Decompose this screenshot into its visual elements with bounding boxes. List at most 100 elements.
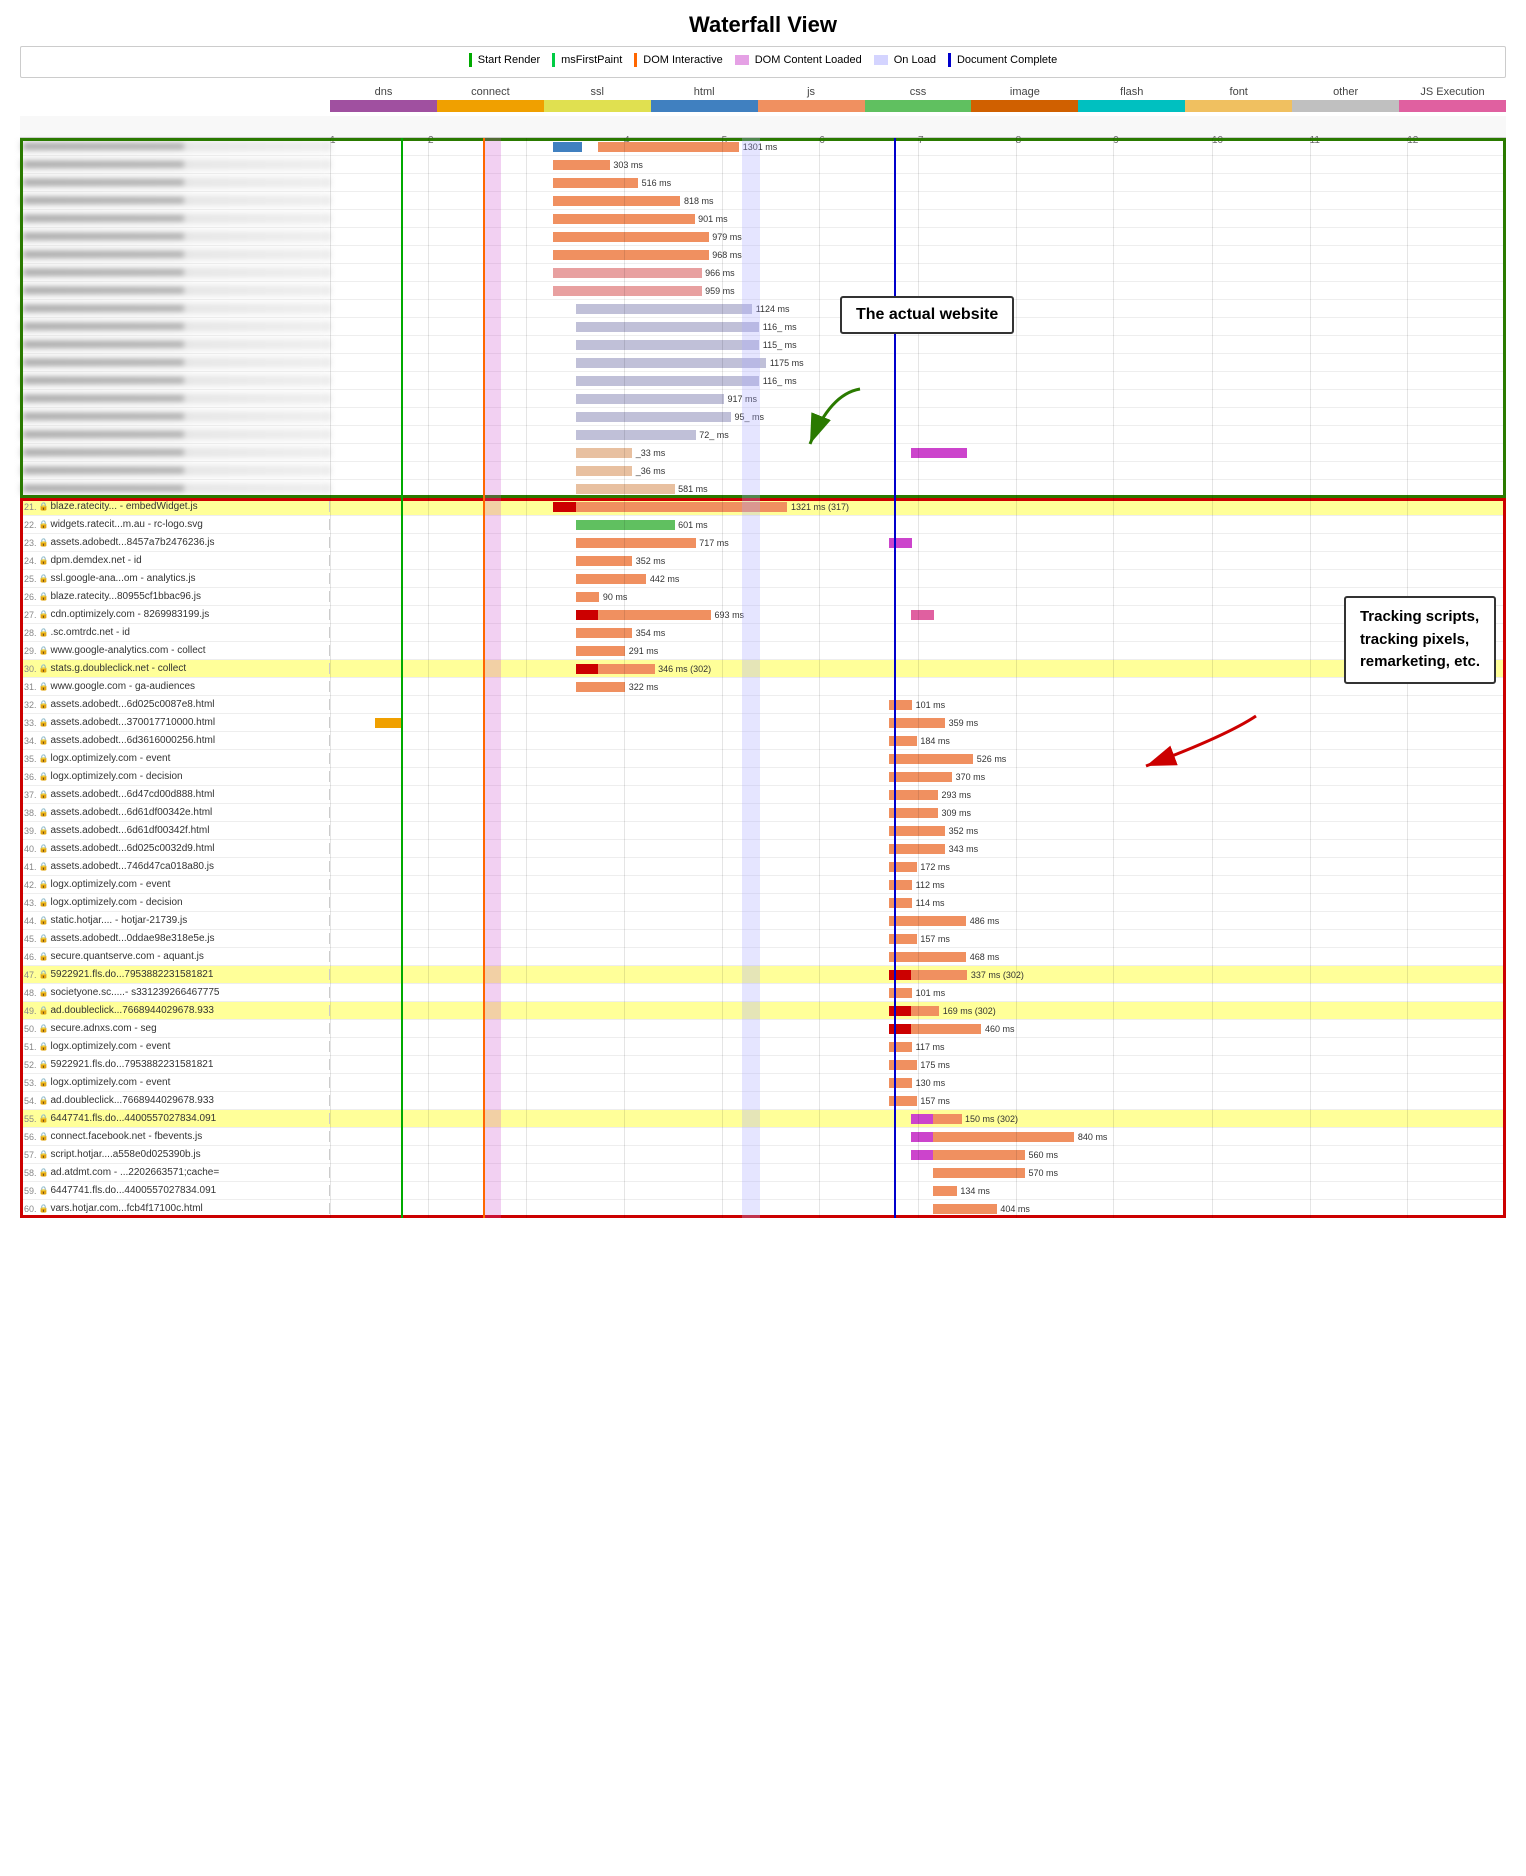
table-row: xxxxxxxxxxxxxxxxxxxxxxxxxxxxxxxx115_ ms bbox=[20, 336, 1506, 354]
waterfall-area: 1 2 4 5 6 7 8 9 10 11 12 bbox=[20, 116, 1506, 1218]
table-row: 56.🔒connect.facebook.net - fbevents.js84… bbox=[20, 1128, 1506, 1146]
bar bbox=[553, 196, 680, 206]
table-row: xxxxxxxxxxxxxxxxxxxxxxxxxxxxxxxx1175 ms bbox=[20, 354, 1506, 372]
row-url: 42.🔒logx.optimizely.com - event bbox=[20, 879, 330, 890]
color-other bbox=[1292, 100, 1399, 112]
bar bbox=[576, 538, 696, 548]
lock-icon: 🔒 bbox=[39, 1006, 49, 1015]
row-timeline: 114 ms bbox=[330, 894, 1506, 911]
row-url: 22.🔒widgets.ratecit...m.au - rc-logo.svg bbox=[20, 519, 330, 530]
row-timeline: 516 ms bbox=[330, 174, 1506, 191]
bar-label: 404 ms bbox=[1000, 1204, 1030, 1214]
bar bbox=[553, 232, 708, 242]
row-url: xxxxxxxxxxxxxxxxxxxxxxxxxxxxxxxx bbox=[20, 267, 330, 278]
table-row: 44.🔒static.hotjar.... - hotjar-21739.js4… bbox=[20, 912, 1506, 930]
bar-label: 291 ms bbox=[629, 646, 659, 656]
lock-icon: 🔒 bbox=[39, 754, 49, 763]
bar-label: 516 ms bbox=[642, 178, 672, 188]
row-url: 57.🔒script.hotjar....a558e0d025390b.js bbox=[20, 1149, 330, 1160]
bar-label: 526 ms bbox=[977, 754, 1007, 764]
row-timeline: 468 ms bbox=[330, 948, 1506, 965]
row-timeline: 486 ms bbox=[330, 912, 1506, 929]
bar-label: 1321 ms (317) bbox=[791, 502, 849, 512]
type-html: html bbox=[651, 86, 758, 98]
bar bbox=[933, 1114, 961, 1124]
lock-icon: 🔒 bbox=[39, 1096, 49, 1105]
bar-label: 150 ms (302) bbox=[965, 1114, 1018, 1124]
bar bbox=[553, 142, 581, 152]
row-url: 58.🔒ad.atdmt.com - ...2202663571;cache= bbox=[20, 1167, 330, 1178]
bar bbox=[576, 448, 632, 458]
table-row: xxxxxxxxxxxxxxxxxxxxxxxxxxxxxxxx_36 ms bbox=[20, 462, 1506, 480]
table-row: 54.🔒ad.doubleclick...7668944029678.93315… bbox=[20, 1092, 1506, 1110]
bar bbox=[889, 538, 913, 548]
lock-icon: 🔒 bbox=[39, 700, 49, 709]
row-url: 59.🔒6447741.fls.do...4400557027834.091 bbox=[20, 1185, 330, 1196]
row-timeline: 291 ms bbox=[330, 642, 1506, 659]
row-url: xxxxxxxxxxxxxxxxxxxxxxxxxxxxxxxx bbox=[20, 177, 330, 188]
legend-dom-content-loaded: DOM Content Loaded bbox=[735, 54, 862, 66]
row-url: xxxxxxxxxxxxxxxxxxxxxxxxxxxxxxxx bbox=[20, 429, 330, 440]
table-row: 57.🔒script.hotjar....a558e0d025390b.js56… bbox=[20, 1146, 1506, 1164]
row-timeline: 90 ms bbox=[330, 588, 1506, 605]
row-timeline: 840 ms bbox=[330, 1128, 1506, 1145]
row-timeline: _36 ms bbox=[330, 462, 1506, 479]
bar-label: 101 ms bbox=[916, 700, 946, 710]
lock-icon: 🔒 bbox=[39, 880, 49, 889]
bar bbox=[889, 790, 938, 800]
bar bbox=[576, 664, 600, 674]
bar bbox=[911, 610, 935, 620]
table-row: 29.🔒www.google-analytics.com - collect29… bbox=[20, 642, 1506, 660]
bar bbox=[889, 1024, 913, 1034]
row-url: 39.🔒assets.adobedt...6d61df00342f.html bbox=[20, 825, 330, 836]
bar bbox=[576, 358, 767, 368]
table-row: 46.🔒secure.quantserve.com - aquant.js468… bbox=[20, 948, 1506, 966]
lock-icon: 🔒 bbox=[39, 718, 49, 727]
row-timeline: 116_ ms bbox=[330, 372, 1506, 389]
table-row: 23.🔒assets.adobedt...8457a7b2476236.js71… bbox=[20, 534, 1506, 552]
lock-icon: 🔒 bbox=[39, 1114, 49, 1123]
row-url: xxxxxxxxxxxxxxxxxxxxxxxxxxxxxxxx bbox=[20, 357, 330, 368]
row-url: 41.🔒assets.adobedt...746d47ca018a80.js bbox=[20, 861, 330, 872]
bar bbox=[889, 1006, 913, 1016]
table-row: 48.🔒societyone.sc.....- s331239266467775… bbox=[20, 984, 1506, 1002]
bar-label: 717 ms bbox=[699, 538, 729, 548]
row-timeline: 346 ms (302) bbox=[330, 660, 1506, 677]
bar-label: 570 ms bbox=[1029, 1168, 1059, 1178]
bar-label: 979 ms bbox=[712, 232, 742, 242]
bar bbox=[576, 430, 696, 440]
lock-icon: 🔒 bbox=[39, 1042, 49, 1051]
table-row: 52.🔒5922921.fls.do...7953882231581821175… bbox=[20, 1056, 1506, 1074]
table-row: xxxxxxxxxxxxxxxxxxxxxxxxxxxxxxxx116_ ms bbox=[20, 372, 1506, 390]
row-timeline: 72_ ms bbox=[330, 426, 1506, 443]
row-timeline: 693 ms bbox=[330, 606, 1506, 623]
bar bbox=[889, 952, 967, 962]
bar-label: 901 ms bbox=[698, 214, 728, 224]
lock-icon: 🔒 bbox=[39, 898, 49, 907]
row-url: 54.🔒ad.doubleclick...7668944029678.933 bbox=[20, 1095, 330, 1106]
bar bbox=[576, 574, 647, 584]
bar bbox=[553, 214, 694, 224]
row-url: 51.🔒logx.optimizely.com - event bbox=[20, 1041, 330, 1052]
bar-label: 293 ms bbox=[942, 790, 972, 800]
bar bbox=[576, 322, 759, 332]
row-url: xxxxxxxxxxxxxxxxxxxxxxxxxxxxxxxx bbox=[20, 231, 330, 242]
bar-label: 169 ms (302) bbox=[943, 1006, 996, 1016]
color-css bbox=[865, 100, 972, 112]
row-timeline: 101 ms bbox=[330, 984, 1506, 1001]
bar-label: 309 ms bbox=[942, 808, 972, 818]
bar bbox=[889, 718, 945, 728]
bar bbox=[576, 628, 632, 638]
legend-start-render-label: Start Render bbox=[478, 54, 540, 66]
row-url: xxxxxxxxxxxxxxxxxxxxxxxxxxxxxxxx bbox=[20, 195, 330, 206]
bar bbox=[889, 844, 945, 854]
row-timeline: 581 ms bbox=[330, 480, 1506, 497]
color-flash bbox=[1078, 100, 1185, 112]
row-timeline: 917 ms bbox=[330, 390, 1506, 407]
row-url: xxxxxxxxxxxxxxxxxxxxxxxxxxxxxxxx bbox=[20, 249, 330, 260]
bar-label: 157 ms bbox=[920, 934, 950, 944]
row-timeline: 560 ms bbox=[330, 1146, 1506, 1163]
rows-inner: xxxxxxxxxxxxxxxxxxxxxxxxxxxxxxxx1301 msx… bbox=[20, 138, 1506, 1218]
row-timeline: 293 ms bbox=[330, 786, 1506, 803]
color-font bbox=[1185, 100, 1292, 112]
